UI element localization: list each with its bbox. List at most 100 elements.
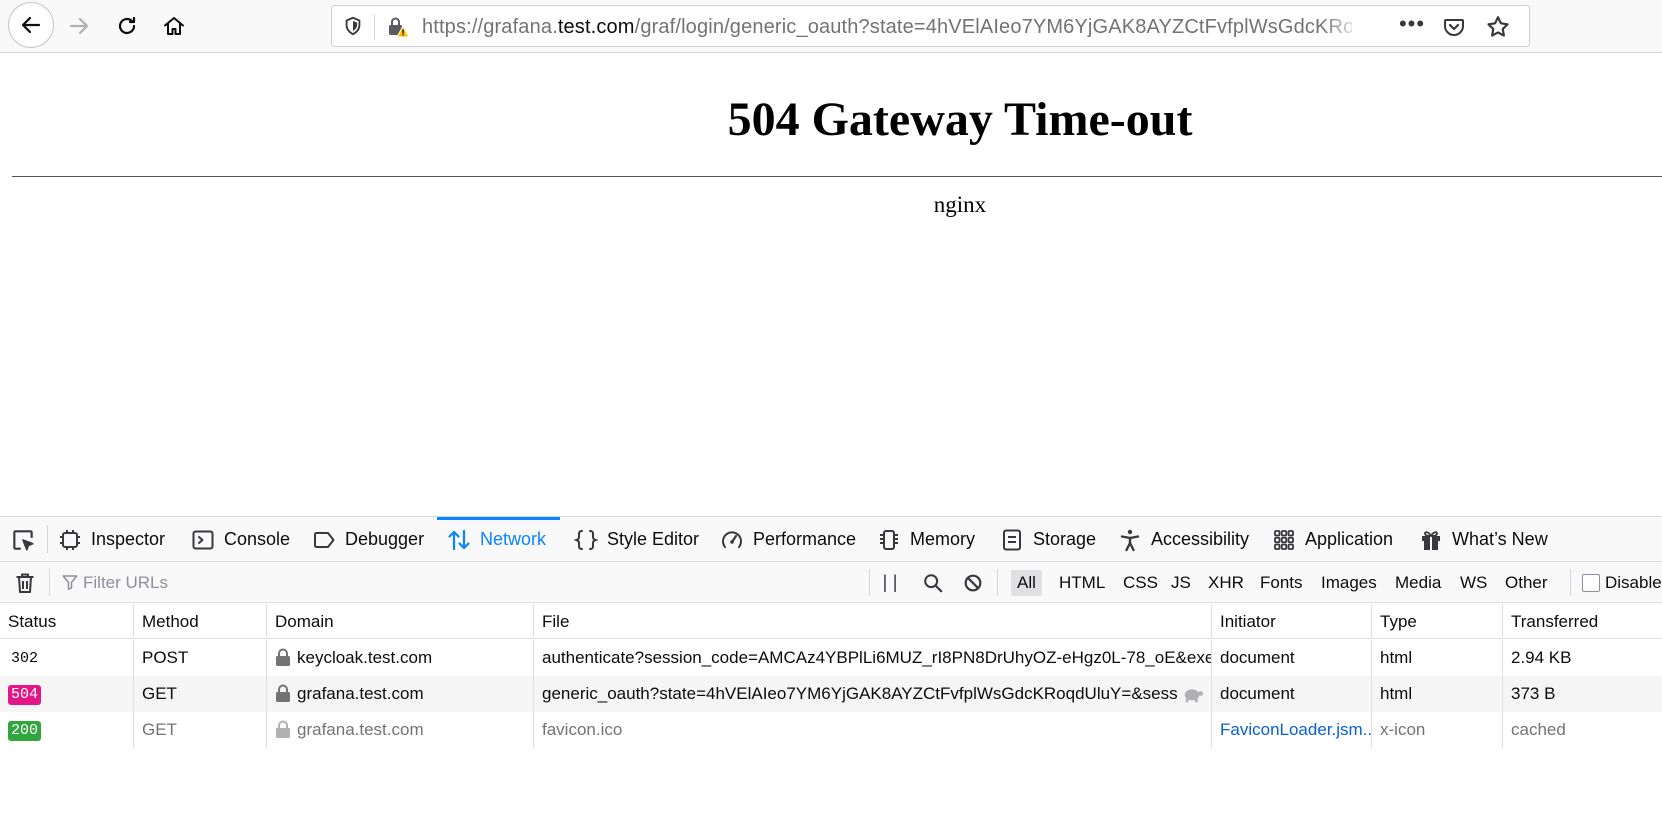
- domain-cell: grafana.test.com: [266, 676, 533, 712]
- tab-debugger[interactable]: Debugger: [312, 517, 424, 562]
- search-icon[interactable]: [922, 572, 944, 594]
- filter-js[interactable]: JS: [1165, 570, 1197, 596]
- type-cell: html: [1371, 640, 1502, 676]
- status-cell: 504: [0, 676, 133, 712]
- tab-whats-new[interactable]: What’s New: [1419, 517, 1548, 562]
- bookmark-star-icon[interactable]: [1485, 14, 1511, 40]
- filter-icon: [62, 575, 78, 590]
- tab-label: Debugger: [345, 529, 425, 549]
- column-domain[interactable]: Domain: [266, 604, 533, 639]
- domain-cell: grafana.test.com: [266, 712, 533, 748]
- gift-icon: [1422, 530, 1440, 550]
- disable-cache-label: Disable: [1605, 573, 1662, 592]
- column-status[interactable]: Status: [0, 604, 133, 639]
- type-cell: x-icon: [1371, 712, 1502, 748]
- style-editor-icon: [574, 529, 598, 550]
- file-cell: favicon.ico: [533, 712, 1211, 748]
- toolbar-separator: [869, 569, 870, 596]
- filter-ws[interactable]: WS: [1454, 570, 1493, 596]
- domain-text: grafana.test.com: [297, 684, 424, 703]
- error-title: 504 Gateway Time-out: [727, 93, 1193, 146]
- filter-fonts[interactable]: Fonts: [1254, 570, 1309, 596]
- filter-media[interactable]: Media: [1389, 570, 1447, 596]
- devtools-panel: Inspector Console Debugger Network Style…: [0, 516, 1662, 825]
- filter-urls-input[interactable]: [83, 569, 683, 596]
- table-row[interactable]: 504 GET grafana.test.com generic_oauth?s…: [0, 676, 1662, 712]
- tab-console[interactable]: Console: [191, 517, 290, 562]
- tab-inspector[interactable]: Inspector: [58, 517, 165, 562]
- status-badge: 302: [11, 649, 39, 667]
- network-icon: [448, 529, 470, 550]
- memory-icon: [880, 529, 898, 550]
- status-badge: 200: [8, 720, 42, 741]
- home-button[interactable]: [152, 4, 196, 48]
- tab-label: Accessibility: [1151, 529, 1250, 549]
- transferred-cell: 373 B: [1502, 676, 1662, 712]
- filter-css[interactable]: CSS: [1117, 570, 1164, 596]
- filter-html[interactable]: HTML: [1053, 570, 1111, 596]
- url-prefix: https://grafana.: [422, 16, 558, 38]
- tab-application[interactable]: Application: [1272, 517, 1393, 562]
- tab-label: What’s New: [1452, 529, 1548, 549]
- filter-all[interactable]: All: [1011, 570, 1042, 596]
- forward-button[interactable]: [57, 4, 101, 48]
- disable-cache-checkbox[interactable]: [1582, 574, 1600, 592]
- console-icon: [192, 530, 214, 549]
- tab-label: Application: [1305, 529, 1394, 549]
- tab-label: Memory: [910, 529, 976, 549]
- url-fade: [1322, 12, 1362, 42]
- table-row[interactable]: 302 POST keycloak.test.com authenticate?…: [0, 640, 1662, 676]
- lock-icon: [276, 720, 290, 738]
- debugger-icon: [314, 531, 335, 548]
- tab-network[interactable]: Network: [437, 517, 560, 562]
- pause-button[interactable]: | |: [880, 571, 902, 593]
- tracking-shield-icon[interactable]: [342, 15, 364, 37]
- application-icon: [1274, 529, 1294, 550]
- tab-label: Storage: [1033, 529, 1097, 549]
- domain-text: keycloak.test.com: [297, 648, 433, 667]
- insecure-lock-icon[interactable]: [386, 15, 410, 39]
- lock-icon: [276, 648, 290, 666]
- pocket-icon[interactable]: [1442, 15, 1466, 39]
- trash-icon[interactable]: [13, 571, 37, 595]
- disable-cache-toggle[interactable]: Disable: [1582, 570, 1662, 596]
- arrow-right-icon: [69, 17, 89, 35]
- transferred-cell: cached: [1502, 712, 1662, 748]
- column-transferred[interactable]: Transferred: [1502, 604, 1662, 639]
- browser-toolbar: https://grafana.test.com/graf/login/gene…: [0, 0, 1662, 53]
- tab-performance[interactable]: Performance: [720, 517, 856, 562]
- tab-memory[interactable]: Memory: [877, 517, 975, 562]
- initiator-link[interactable]: FaviconLoader.jsm...: [1211, 712, 1371, 748]
- page-actions-button[interactable]: •••: [1397, 13, 1427, 40]
- tab-label: Inspector: [91, 529, 166, 549]
- filter-images[interactable]: Images: [1315, 570, 1383, 596]
- element-picker-icon[interactable]: [10, 527, 36, 553]
- column-initiator[interactable]: Initiator: [1211, 604, 1371, 639]
- status-cell: 200: [0, 712, 133, 748]
- table-row[interactable]: 200 GET grafana.test.com favicon.ico Fav…: [0, 712, 1662, 748]
- network-toolbar: | | All HTML CSS JS XHR Fonts Images Med…: [0, 562, 1662, 603]
- tab-label: Console: [224, 529, 291, 549]
- column-file[interactable]: File: [533, 604, 1211, 639]
- url-text[interactable]: https://grafana.test.com/graf/login/gene…: [422, 15, 1352, 39]
- reload-button[interactable]: [105, 4, 149, 48]
- initiator-cell: document: [1211, 640, 1371, 676]
- status-badge: 504: [8, 684, 42, 705]
- toolbar-separator: [1570, 569, 1571, 596]
- column-type[interactable]: Type: [1371, 604, 1502, 639]
- storage-icon: [1003, 529, 1021, 550]
- tab-style-editor[interactable]: Style Editor: [574, 517, 699, 562]
- domain-cell: keycloak.test.com: [266, 640, 533, 676]
- network-empty-area: [0, 748, 1662, 825]
- method-cell: GET: [133, 676, 266, 712]
- block-icon[interactable]: [962, 572, 984, 594]
- tab-label: Network: [480, 529, 547, 549]
- back-button[interactable]: [8, 2, 54, 48]
- filter-xhr[interactable]: XHR: [1202, 570, 1250, 596]
- tab-storage[interactable]: Storage: [1000, 517, 1096, 562]
- url-bar[interactable]: https://grafana.test.com/graf/login/gene…: [331, 5, 1530, 47]
- tab-label: Style Editor: [607, 529, 700, 549]
- filter-other[interactable]: Other: [1499, 570, 1554, 596]
- column-method[interactable]: Method: [133, 604, 266, 639]
- tab-accessibility[interactable]: Accessibility: [1118, 517, 1249, 562]
